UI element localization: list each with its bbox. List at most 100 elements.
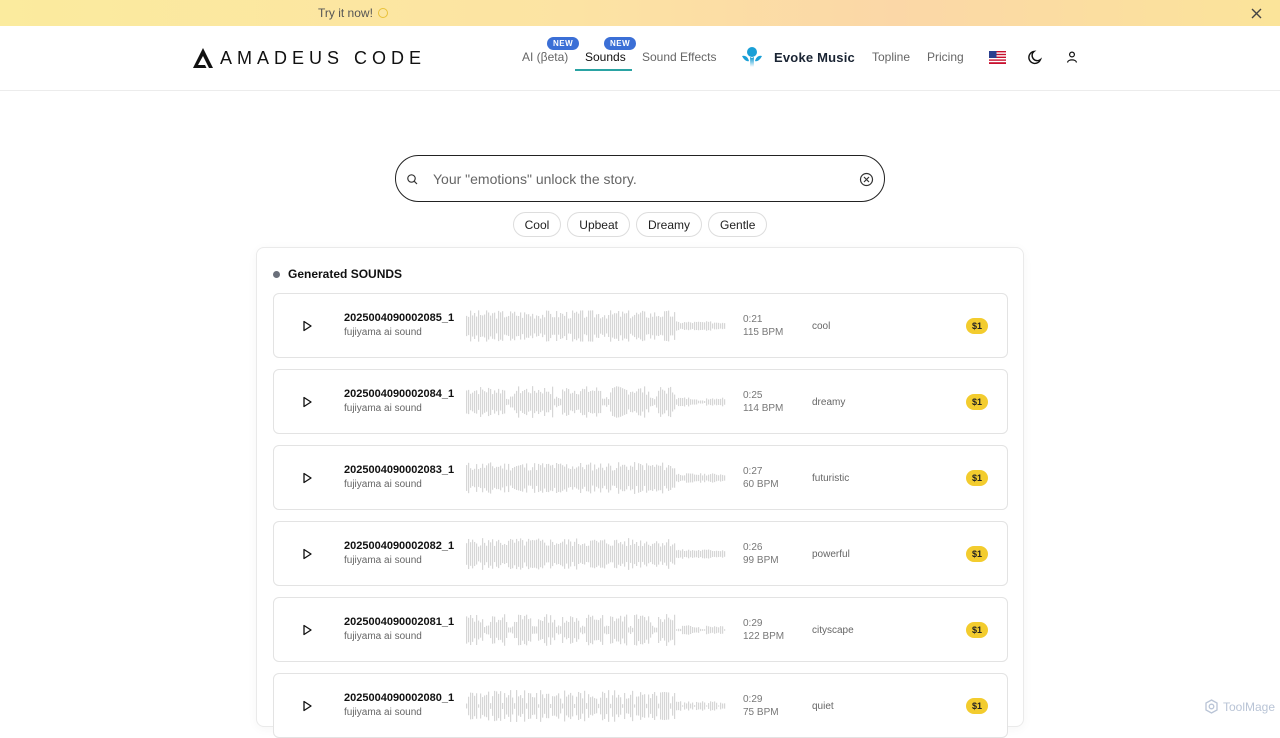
price-badge[interactable]: $1	[966, 394, 988, 410]
waveform-bar	[552, 696, 554, 716]
sound-row[interactable]: 2025004090002081_1 fujiyama ai sound 0:29 1…	[273, 597, 1008, 662]
waveform[interactable]	[466, 308, 728, 344]
sound-artist: fujiyama ai sound	[344, 555, 422, 566]
waveform-bar	[542, 463, 544, 493]
waveform[interactable]	[466, 460, 728, 496]
waveform[interactable]	[466, 612, 728, 648]
waveform-bar	[638, 618, 640, 642]
waveform-bar	[624, 313, 626, 339]
waveform-bar	[498, 310, 500, 342]
sound-row[interactable]: 2025004090002084_1 fujiyama ai sound 0:25 1…	[273, 369, 1008, 434]
waveform-bar	[704, 629, 706, 631]
waveform-bar	[586, 703, 588, 709]
waveform-bar	[656, 627, 658, 633]
waveform-bar	[614, 470, 616, 486]
waveform-bar	[582, 388, 584, 416]
waveform-bar	[606, 318, 608, 334]
waveform-bar	[702, 629, 704, 631]
sound-row[interactable]: 2025004090002080_1 fujiyama ai sound 0:29 7…	[273, 673, 1008, 738]
account-button[interactable]	[1063, 48, 1081, 66]
play-icon[interactable]	[300, 395, 314, 409]
language-selector[interactable]	[988, 48, 1006, 66]
waveform-bar	[522, 698, 524, 714]
waveform-bar	[634, 615, 636, 645]
waveform-bar	[616, 539, 618, 569]
chip-cool[interactable]: Cool	[512, 212, 562, 237]
waveform-bar	[710, 321, 712, 331]
price-badge[interactable]: $1	[966, 318, 988, 334]
waveform-bar	[572, 546, 574, 562]
play-icon[interactable]	[300, 471, 314, 485]
waveform-bar	[722, 550, 724, 558]
new-badge-ai: NEW	[547, 37, 580, 50]
waveform-bar	[556, 463, 558, 493]
waveform-bar	[470, 310, 472, 342]
price-badge[interactable]: $1	[966, 622, 988, 638]
waveform-bar	[652, 465, 654, 491]
waveform-bar	[516, 315, 518, 337]
waveform-bar	[540, 620, 542, 640]
play-icon[interactable]	[300, 319, 314, 333]
play-icon[interactable]	[300, 547, 314, 561]
waveform-bar	[534, 697, 536, 715]
amadeus-code-logo[interactable]: AMADEUS CODE	[192, 47, 426, 69]
price-badge[interactable]: $1	[966, 470, 988, 486]
waveform-bar	[518, 541, 520, 567]
waveform-bar	[584, 469, 586, 487]
waveform[interactable]	[466, 688, 728, 724]
play-icon[interactable]	[300, 623, 314, 637]
waveform-bar	[704, 322, 706, 330]
waveform-bar	[602, 317, 604, 335]
waveform-bar	[598, 314, 600, 338]
waveform-bar	[656, 464, 658, 492]
waveform-bar	[608, 626, 610, 634]
chip-upbeat[interactable]: Upbeat	[567, 212, 630, 237]
chip-dreamy[interactable]: Dreamy	[636, 212, 703, 237]
nav-evoke-music[interactable]: Evoke Music	[740, 46, 855, 68]
search-input[interactable]	[433, 168, 853, 190]
price-badge[interactable]: $1	[966, 698, 988, 714]
waveform-bar	[654, 692, 656, 720]
waveform-bar	[594, 698, 596, 714]
waveform-bar	[560, 398, 562, 406]
waveform[interactable]	[466, 536, 728, 572]
waveform-bar	[508, 695, 510, 717]
nav-ai-beta[interactable]: AI (βeta)	[522, 50, 568, 64]
waveform-bar	[578, 620, 580, 640]
waveform-bar	[554, 468, 556, 488]
waveform-bar	[584, 690, 586, 722]
waveform-bar	[658, 315, 660, 337]
nav-pricing[interactable]: Pricing	[927, 50, 964, 64]
user-icon	[1066, 51, 1078, 63]
waveform-bar	[486, 310, 488, 342]
close-banner-button[interactable]	[1248, 5, 1264, 21]
play-icon[interactable]	[300, 699, 314, 713]
waveform-bar	[670, 466, 672, 490]
waveform-bar	[710, 626, 712, 634]
waveform-bar	[708, 703, 710, 709]
waveform-bar	[618, 386, 620, 418]
waveform-bar	[546, 614, 548, 646]
nav-sound-effects[interactable]: Sound Effects	[642, 50, 717, 64]
try-it-now-link[interactable]: Try it now!	[318, 6, 388, 20]
sound-row[interactable]: 2025004090002083_1 fujiyama ai sound 0:27 6…	[273, 445, 1008, 510]
waveform-bar	[578, 394, 580, 410]
nav-topline[interactable]: Topline	[872, 50, 910, 64]
nav-sounds[interactable]: Sounds	[585, 50, 626, 64]
waveform-bar	[506, 622, 508, 638]
sound-row[interactable]: 2025004090002085_1 fujiyama ai sound 0:21 1…	[273, 293, 1008, 358]
waveform-bar	[702, 400, 704, 404]
waveform-bar	[640, 615, 642, 645]
price-badge[interactable]: $1	[966, 546, 988, 562]
sound-row[interactable]: 2025004090002082_1 fujiyama ai sound 0:26 9…	[273, 521, 1008, 586]
waveform[interactable]	[466, 384, 728, 420]
dark-mode-toggle[interactable]	[1026, 48, 1044, 66]
waveform-bar	[666, 311, 668, 341]
waveform-bar	[518, 465, 520, 491]
waveform-bar	[718, 322, 720, 330]
clear-search-icon[interactable]	[859, 172, 874, 187]
waveform-bar	[492, 394, 494, 410]
waveform-bar	[534, 463, 536, 493]
chip-gentle[interactable]: Gentle	[708, 212, 768, 237]
waveform-bar	[544, 317, 546, 335]
